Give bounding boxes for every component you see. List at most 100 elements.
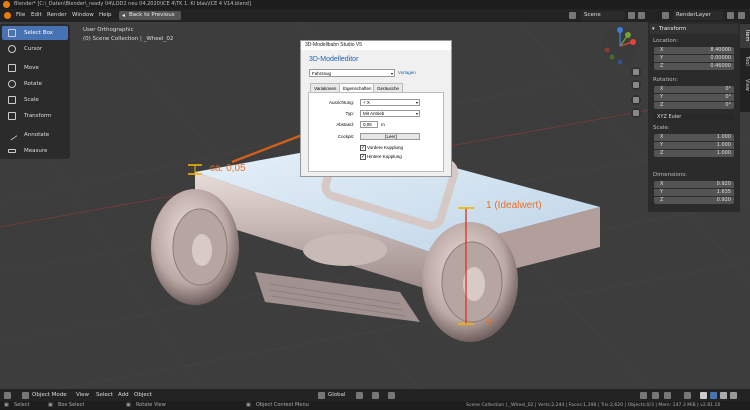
- object-mode-select[interactable]: Object Mode: [32, 389, 67, 401]
- material-shading-icon[interactable]: [720, 392, 727, 399]
- menu-render[interactable]: Render: [47, 9, 67, 22]
- status-box-select: Box Select: [58, 402, 85, 408]
- tool-scale[interactable]: Scale: [2, 93, 68, 107]
- annotate-pencil-icon: [6, 129, 18, 141]
- visibility-icon[interactable]: [640, 392, 647, 399]
- zoom-icon[interactable]: [631, 67, 641, 77]
- hintere-kupplung-checkbox[interactable]: ✓ Hintere Kupplung: [360, 154, 402, 160]
- editor-type-icon[interactable]: [4, 392, 11, 399]
- model-editor-dialog[interactable]: 3D-Modellbahn Studio V5 3D-Modelleditor …: [300, 40, 452, 177]
- proportional-edit-icon[interactable]: [388, 392, 395, 399]
- menu-select[interactable]: Select: [96, 389, 113, 401]
- tab-view[interactable]: View: [740, 74, 750, 96]
- axis-value: 0.00000: [710, 55, 731, 61]
- axis-value: 1.000: [716, 150, 731, 156]
- cockpit-label: Cockpit:: [337, 134, 354, 139]
- rotation-z-field[interactable]: Z 0°: [654, 102, 734, 109]
- tool-label: Annotate: [24, 132, 50, 138]
- tab-item[interactable]: Item: [740, 24, 750, 48]
- vordere-kupplung-checkbox[interactable]: ✓ Vordere Kupplung: [360, 145, 403, 151]
- navigation-gizmo[interactable]: [600, 26, 640, 66]
- cockpit-button[interactable]: [Leer]: [360, 133, 420, 140]
- abstand-unit: m: [381, 122, 385, 127]
- tool-transform[interactable]: Transform: [2, 109, 68, 123]
- axis-key: Z: [660, 63, 664, 69]
- axis-value: 0.46000: [710, 63, 731, 69]
- tool-label: Scale: [24, 97, 39, 103]
- render-layer-close-icon[interactable]: [738, 12, 745, 19]
- mouse-left-icon: ▣: [4, 402, 9, 408]
- axis-key: Y: [660, 94, 664, 100]
- perspective-toggle-icon[interactable]: [631, 108, 641, 118]
- wireframe-shading-icon[interactable]: [700, 392, 707, 399]
- camera-view-icon[interactable]: [631, 95, 641, 105]
- axis-key: Y: [660, 142, 664, 148]
- scale-y-field[interactable]: Y 1.000: [654, 142, 734, 149]
- menu-add[interactable]: Add: [118, 389, 129, 401]
- vorlagen-link[interactable]: Vorlagen: [398, 69, 416, 77]
- scene-selector[interactable]: Scene: [581, 11, 625, 20]
- location-y-field[interactable]: Y 0.00000: [654, 55, 734, 62]
- tab-variationen[interactable]: Variationen: [310, 83, 341, 92]
- abstand-value: 0,05: [363, 122, 372, 127]
- dialog-title: 3D-Modellbahn Studio V5: [301, 41, 451, 50]
- menu-view[interactable]: View: [76, 389, 89, 401]
- dimensions-y-field[interactable]: Y 1.635: [654, 189, 734, 196]
- render-layer-selector[interactable]: RenderLayer: [673, 11, 723, 20]
- pivot-point-icon[interactable]: [356, 392, 363, 399]
- status-rotate-view: Rotate View: [136, 402, 166, 408]
- back-to-previous-button[interactable]: ◂ Back to Previous: [119, 11, 181, 20]
- location-x-field[interactable]: X 8.40000: [654, 47, 734, 54]
- render-layer-browse-icon[interactable]: [727, 12, 734, 19]
- tool-measure[interactable]: Measure: [2, 144, 68, 158]
- menu-edit[interactable]: Edit: [31, 9, 42, 22]
- menu-window[interactable]: Window: [72, 9, 94, 22]
- ausrichtung-select[interactable]: + X ▾: [360, 99, 420, 106]
- scene-icon: [569, 12, 576, 19]
- solid-shading-icon[interactable]: [710, 392, 717, 399]
- dimensions-z-field[interactable]: Z 0.920: [654, 197, 734, 204]
- menu-object[interactable]: Object: [134, 389, 152, 401]
- menu-file[interactable]: File: [16, 9, 25, 22]
- gizmo-toggle-icon[interactable]: [652, 392, 659, 399]
- rotation-y-field[interactable]: Y 0°: [654, 94, 734, 101]
- rendered-shading-icon[interactable]: [730, 392, 737, 399]
- top-menu-bar: File Edit Render Window Help ◂ Back to P…: [0, 9, 750, 22]
- abstand-input[interactable]: 0,05: [360, 121, 378, 128]
- tool-label: Rotate: [24, 81, 43, 87]
- tab-geraeusche[interactable]: Geräusche: [373, 83, 404, 92]
- axis-value: 0°: [725, 86, 731, 92]
- transform-panel-header[interactable]: Transform: [650, 24, 738, 34]
- tool-cursor[interactable]: Cursor: [2, 42, 68, 56]
- menu-help[interactable]: Help: [99, 9, 112, 22]
- mouse-right-icon: ▣: [246, 402, 251, 408]
- measure-ruler-icon: [8, 149, 16, 153]
- snap-icon[interactable]: [372, 392, 379, 399]
- scene-browse-icon[interactable]: [628, 12, 635, 19]
- scene-close-icon[interactable]: [638, 12, 645, 19]
- sidebar-tabs: Item Tool View: [740, 22, 750, 112]
- axis-value: 0.920: [716, 181, 731, 187]
- mouse-middle-icon: ▣: [126, 402, 131, 408]
- scale-x-field[interactable]: X 1.000: [654, 134, 734, 141]
- typ-select[interactable]: Mit Antrieb ▾: [360, 110, 420, 117]
- axis-gizmo-icon[interactable]: [600, 26, 640, 66]
- overlays-icon[interactable]: [664, 392, 671, 399]
- scale-z-field[interactable]: Z 1.000: [654, 150, 734, 157]
- rotation-x-field[interactable]: X 0°: [654, 86, 734, 93]
- xray-icon[interactable]: [684, 392, 691, 399]
- tool-annotate[interactable]: Annotate: [2, 128, 68, 142]
- rotation-mode-select[interactable]: XYZ Euler: [654, 114, 734, 121]
- category-select[interactable]: Fahrzeug ▾: [309, 69, 395, 77]
- tool-select-box[interactable]: Select Box: [2, 26, 68, 40]
- tool-rotate[interactable]: Rotate: [2, 77, 68, 91]
- status-bar: ▣ Select ▣ Box Select ▣ Rotate View ▣ Ob…: [0, 401, 750, 410]
- transform-orientation-select[interactable]: Global: [328, 389, 346, 401]
- blender-menu-icon[interactable]: [4, 12, 11, 19]
- pan-hand-icon[interactable]: [631, 80, 641, 90]
- tab-tool[interactable]: Tool: [740, 50, 750, 72]
- dimensions-x-field[interactable]: X 0.920: [654, 181, 734, 188]
- hintere-label: Hintere Kupplung: [367, 154, 402, 159]
- location-z-field[interactable]: Z 0.46000: [654, 63, 734, 70]
- tool-move[interactable]: Move: [2, 61, 68, 75]
